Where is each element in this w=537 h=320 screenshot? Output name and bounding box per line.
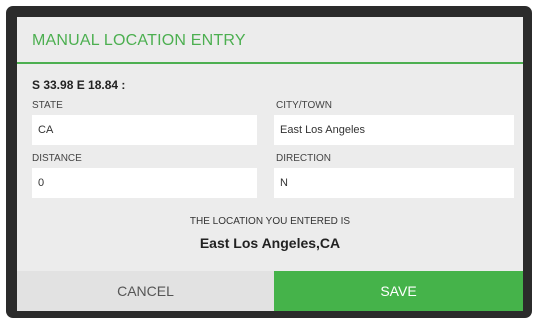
distance-input[interactable] [32,168,257,198]
state-label: STATE [32,100,63,111]
distance-label: DISTANCE [32,153,82,164]
result-caption: THE LOCATION YOU ENTERED IS [189,216,351,227]
cancel-button[interactable]: CANCEL [17,271,274,311]
direction-label: DIRECTION [276,153,331,164]
result-location: East Los Angeles,CA [199,235,341,251]
dialog-title: MANUAL LOCATION ENTRY [32,32,246,49]
city-label: CITY/TOWN [276,100,332,111]
dialog-header: MANUAL LOCATION ENTRY [17,17,523,64]
coordinates-readout: S 33.98 E 18.84 : [32,78,126,92]
save-button[interactable]: SAVE [274,271,523,311]
manual-location-dialog: MANUAL LOCATION ENTRY S 33.98 E 18.84 : … [17,17,523,311]
city-input[interactable] [274,115,514,145]
direction-input[interactable] [274,168,514,198]
state-input[interactable] [32,115,257,145]
screen: MANUAL LOCATION ENTRY S 33.98 E 18.84 : … [0,0,537,320]
